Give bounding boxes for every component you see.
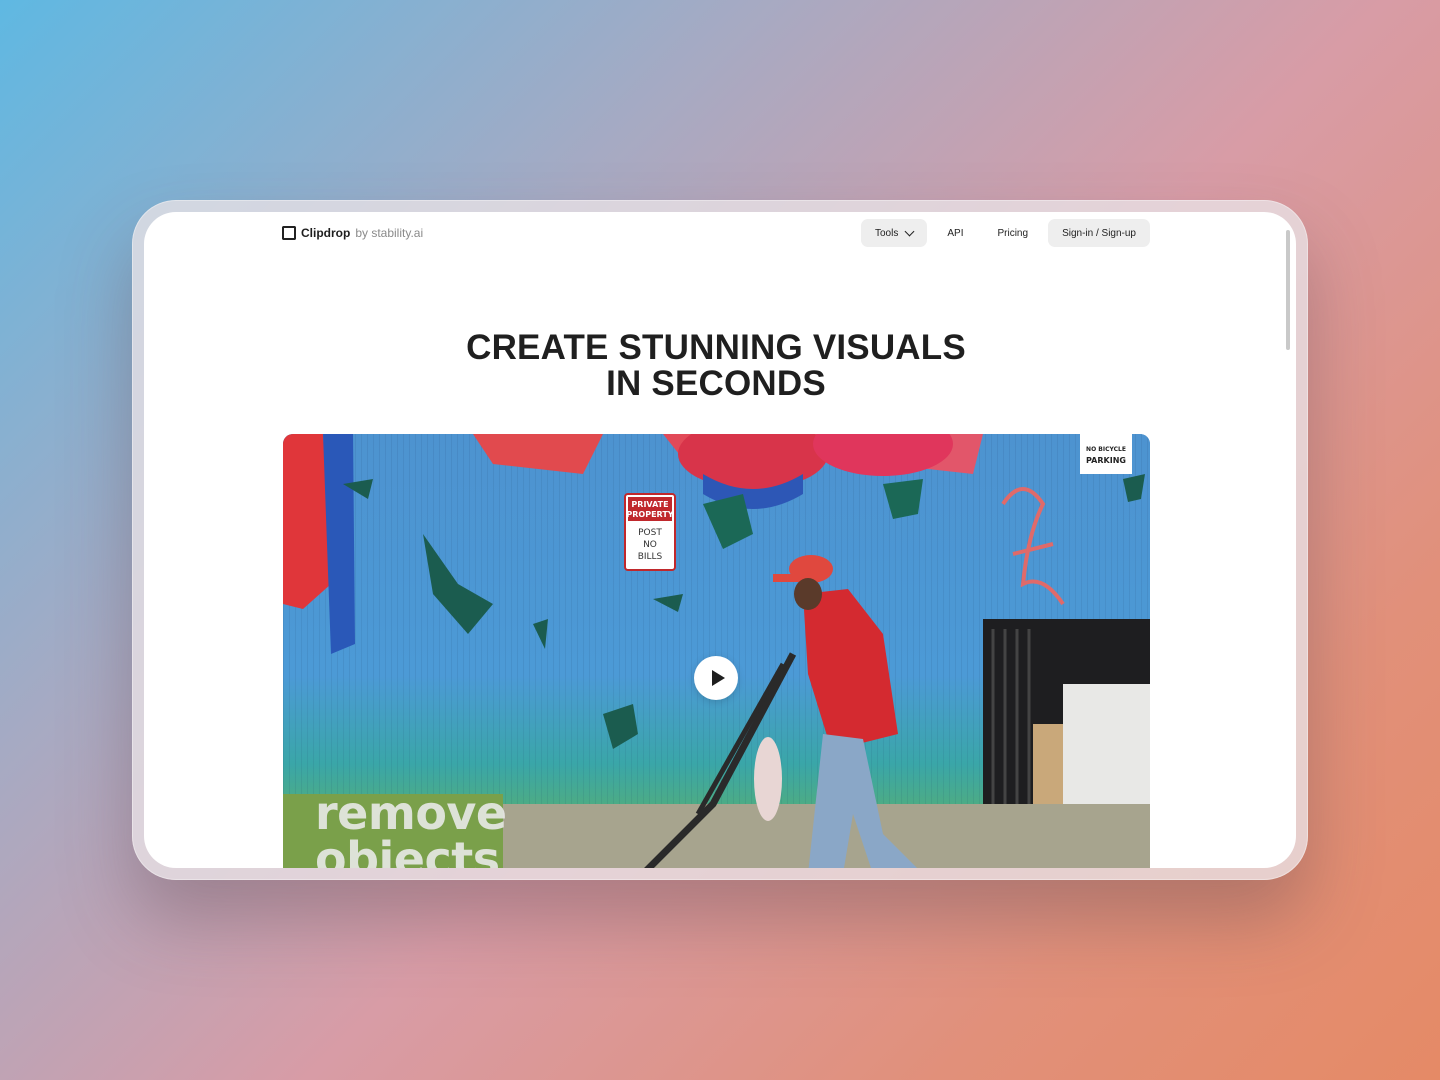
video-overlay-line-1: remove (315, 786, 507, 840)
api-link[interactable]: API (933, 219, 977, 247)
signin-signup-button[interactable]: Sign-in / Sign-up (1048, 219, 1150, 247)
pricing-label: Pricing (997, 227, 1029, 239)
hero-title-line-1: CREATE STUNNING VISUALS (466, 328, 966, 367)
sign-bicycle-line2: PARKING (1086, 456, 1126, 465)
play-button[interactable] (694, 656, 738, 700)
sign-post-line2: NO (643, 540, 657, 550)
browser-viewport: Clipdrop by stability.ai Tools API Prici… (144, 212, 1296, 868)
sign-post-line3: BILLS (638, 552, 663, 562)
clipdrop-logo-icon (282, 226, 296, 240)
brand-logo-link[interactable]: Clipdrop by stability.ai (282, 226, 423, 240)
tools-dropdown-button[interactable]: Tools (861, 219, 928, 247)
demo-video[interactable]: PRIVATE PROPERTY POST NO BILLS NO BICYCL… (283, 434, 1150, 868)
video-overlay-caption: remove objects (315, 790, 507, 868)
signin-label: Sign-in / Sign-up (1062, 227, 1136, 239)
sign-private-line1: PRIVATE (631, 500, 668, 509)
tools-label: Tools (875, 227, 899, 239)
sign-private-line2: PROPERTY (626, 510, 673, 519)
hero-title: CREATE STUNNING VISUALS IN SECONDS (144, 330, 1288, 402)
main-nav: Tools API Pricing Sign-in / Sign-up (861, 219, 1150, 247)
api-label: API (947, 227, 964, 239)
brand-name: Clipdrop (301, 226, 351, 240)
hero-title-line-2: IN SECONDS (606, 364, 826, 403)
video-overlay-line-2: objects (315, 832, 500, 868)
sign-bicycle-line1: NO BICYCLE (1086, 446, 1126, 453)
brand-subtitle: by stability.ai (355, 226, 424, 240)
chevron-down-icon (904, 226, 915, 236)
sign-post-line1: POST (638, 528, 662, 538)
pricing-link[interactable]: Pricing (983, 219, 1042, 247)
site-header: Clipdrop by stability.ai Tools API Prici… (282, 218, 1150, 248)
device-frame: Clipdrop by stability.ai Tools API Prici… (132, 200, 1308, 880)
play-icon (711, 670, 725, 686)
